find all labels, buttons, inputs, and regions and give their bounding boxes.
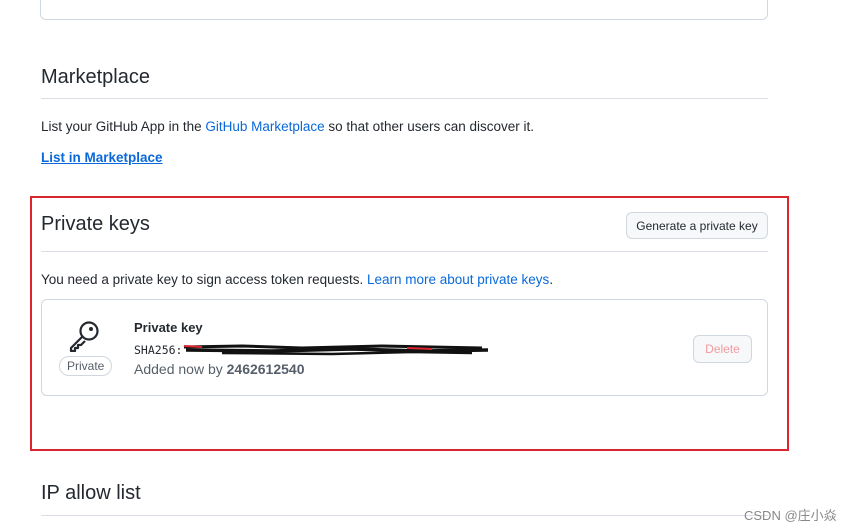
key-added-by: 2462612540: [226, 361, 305, 377]
marketplace-heading: Marketplace: [41, 66, 150, 88]
previous-section-card: [40, 0, 768, 20]
github-marketplace-link[interactable]: GitHub Marketplace: [205, 119, 324, 134]
ip-allow-list-divider: [41, 515, 768, 516]
generate-private-key-button[interactable]: Generate a private key: [626, 212, 768, 239]
private-keys-divider: [41, 251, 768, 252]
delete-key-button[interactable]: Delete: [693, 335, 752, 363]
private-badge: Private: [59, 356, 113, 376]
key-added-prefix: Added now by: [134, 361, 227, 377]
redaction-scribble: [183, 344, 489, 356]
private-keys-desc-prefix: You need a private key to sign access to…: [41, 272, 367, 287]
private-key-card: Private Private key SHA256: Added now by…: [41, 299, 768, 396]
marketplace-desc-prefix: List your GitHub App in the: [41, 119, 206, 134]
settings-page: Marketplace List your GitHub App in the …: [0, 0, 859, 531]
marketplace-desc-suffix: so that other users can discover it.: [324, 119, 535, 134]
private-keys-desc-suffix: .: [549, 272, 554, 287]
watermark-text: CSDN @庄小焱: [744, 508, 837, 523]
private-keys-heading: Private keys: [41, 213, 150, 235]
list-in-marketplace-link[interactable]: List in Marketplace: [41, 150, 163, 165]
marketplace-divider: [41, 98, 768, 99]
private-keys-description: You need a private key to sign access to…: [41, 272, 553, 287]
key-fingerprint: SHA256:: [134, 343, 183, 357]
marketplace-description: List your GitHub App in the GitHub Marke…: [41, 119, 534, 134]
key-title: Private key: [134, 320, 203, 335]
key-added-info: Added now by 2462612540: [134, 361, 305, 377]
ip-allow-list-heading: IP allow list: [41, 482, 141, 504]
key-icon: [69, 321, 99, 352]
learn-more-private-keys-link[interactable]: Learn more about private keys: [367, 272, 549, 287]
